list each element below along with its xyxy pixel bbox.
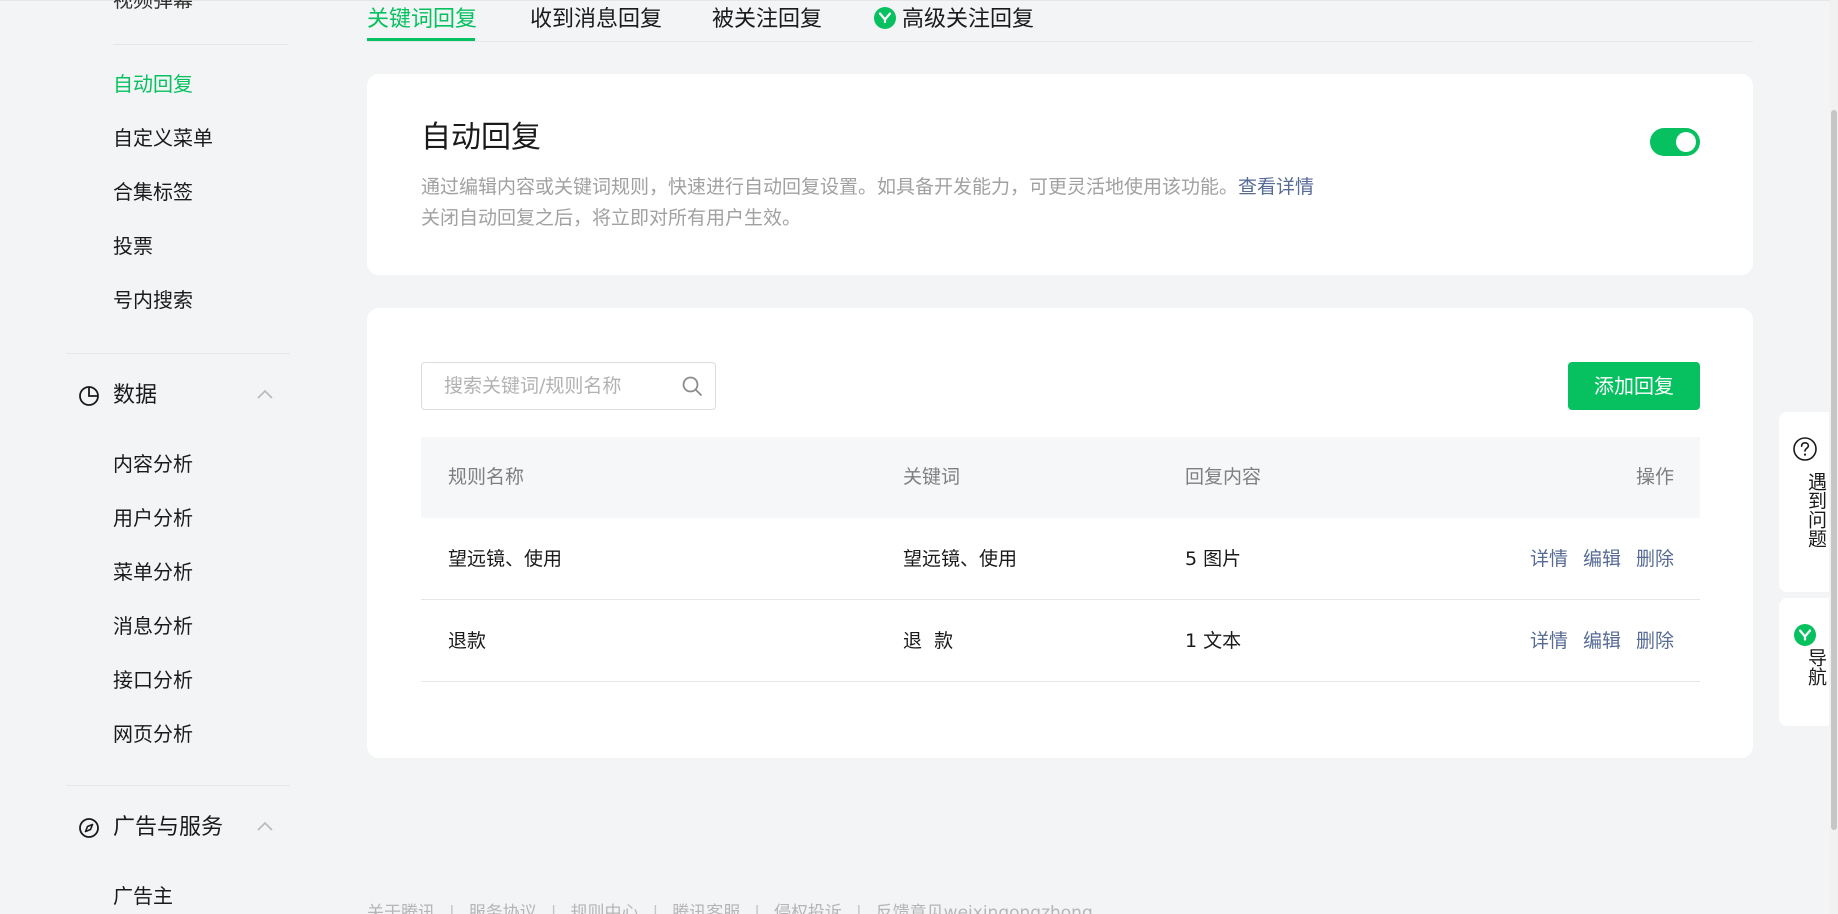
sidebar: 视频弹幕 自动回复 自定义菜单 合集标签 投票 号内搜索 数据 内容分析 用户分… xyxy=(0,0,300,914)
tab-advanced-follow-reply[interactable]: 高级关注回复 xyxy=(874,4,1034,36)
advanced-badge-icon xyxy=(874,7,896,29)
rule-name: 望远镜、使用 xyxy=(448,548,563,570)
sidebar-item-content-analysis[interactable]: 内容分析 xyxy=(113,450,193,478)
tab-label: 高级关注回复 xyxy=(902,7,1035,32)
scrollbar-thumb[interactable] xyxy=(1831,110,1837,830)
auto-reply-description: 通过编辑内容或关键词规则，快速进行自动回复设置。如具备开发能力，可更灵活地使用该… xyxy=(421,172,1521,234)
sidebar-divider xyxy=(66,353,290,354)
reply-tabs: 关键词回复 收到消息回复 被关注回复 高级关注回复 xyxy=(367,0,1753,42)
sidebar-item-web-analysis[interactable]: 网页分析 xyxy=(113,720,193,748)
search-icon[interactable] xyxy=(681,375,703,397)
tab-keyword-reply[interactable]: 关键词回复 xyxy=(367,4,477,36)
column-rule-name: 规则名称 xyxy=(448,466,525,488)
sidebar-section-label: 广告与服务 xyxy=(113,815,224,840)
view-details-link[interactable]: 查看详情 xyxy=(1238,176,1314,198)
page-title: 自动回复 xyxy=(421,120,541,155)
sidebar-section-data[interactable]: 数据 xyxy=(66,376,284,416)
table-row: 退款 退 款 1 文本 详情 编辑 删除 xyxy=(421,600,1700,682)
column-reply-content: 回复内容 xyxy=(1185,466,1262,488)
sidebar-item-user-analysis[interactable]: 用户分析 xyxy=(113,504,193,532)
desc-line2: 关闭自动回复之后，将立即对所有用户生效。 xyxy=(421,207,802,229)
sidebar-item-custom-menu[interactable]: 自定义菜单 xyxy=(113,124,213,152)
help-label: 遇到问题 xyxy=(1805,472,1827,548)
sidebar-item-advertiser[interactable]: 广告主 xyxy=(113,882,173,910)
question-icon xyxy=(1793,437,1817,461)
delete-link[interactable]: 删除 xyxy=(1636,630,1674,652)
sidebar-divider xyxy=(66,785,290,786)
rules-table: 规则名称 关键词 回复内容 操作 望远镜、使用 望远镜、使用 5 图片 详情 编辑… xyxy=(421,437,1700,682)
edit-link[interactable]: 编辑 xyxy=(1583,548,1621,570)
edit-link[interactable]: 编辑 xyxy=(1583,630,1621,652)
sidebar-item-auto-reply[interactable]: 自动回复 xyxy=(113,70,193,98)
sidebar-item-message-analysis[interactable]: 消息分析 xyxy=(113,612,193,640)
rule-reply-content: 5 图片 xyxy=(1185,548,1242,570)
sidebar-item-menu-analysis[interactable]: 菜单分析 xyxy=(113,558,193,586)
column-keyword: 关键词 xyxy=(903,466,961,488)
navigation-badge-icon xyxy=(1794,624,1816,646)
help-float-button[interactable]: 遇到问题 xyxy=(1779,412,1829,592)
rule-keyword: 退 款 xyxy=(903,630,954,652)
tab-follow-reply[interactable]: 被关注回复 xyxy=(712,4,822,36)
table-row: 望远镜、使用 望远镜、使用 5 图片 详情 编辑 删除 xyxy=(421,518,1700,600)
scrollbar[interactable] xyxy=(1830,0,1838,914)
desc-line1: 通过编辑内容或关键词规则，快速进行自动回复设置。如具备开发能力，可更灵活地使用该… xyxy=(421,176,1239,198)
rule-name: 退款 xyxy=(448,630,487,652)
sidebar-item-vote[interactable]: 投票 xyxy=(113,232,153,260)
footer-link-infringement[interactable]: 侵权投诉 xyxy=(774,903,842,914)
search-input[interactable] xyxy=(422,363,672,409)
details-link[interactable]: 详情 xyxy=(1530,630,1568,652)
column-actions: 操作 xyxy=(1635,466,1674,488)
auto-reply-toggle[interactable] xyxy=(1650,128,1700,156)
footer-link-support[interactable]: 腾讯客服 xyxy=(672,903,740,914)
active-tab-indicator xyxy=(367,38,475,41)
add-reply-button[interactable]: 添加回复 xyxy=(1568,362,1700,410)
sidebar-item-account-search[interactable]: 号内搜索 xyxy=(113,286,193,314)
chevron-up-icon[interactable] xyxy=(256,388,274,400)
search-box xyxy=(421,362,716,410)
nav-float-button[interactable]: 导航 xyxy=(1779,598,1829,726)
page: 视频弹幕 自动回复 自定义菜单 合集标签 投票 号内搜索 数据 内容分析 用户分… xyxy=(0,0,1838,914)
compass-icon xyxy=(79,818,99,838)
sidebar-section-label: 数据 xyxy=(113,383,158,408)
details-link[interactable]: 详情 xyxy=(1530,548,1568,570)
sidebar-item-collection-tags[interactable]: 合集标签 xyxy=(113,178,193,206)
rules-card: 添加回复 规则名称 关键词 回复内容 操作 望远镜、使用 望远镜、使用 5 图片… xyxy=(367,308,1753,758)
row-actions: 详情 编辑 删除 xyxy=(1515,518,1674,600)
sidebar-item-api-analysis[interactable]: 接口分析 xyxy=(113,666,193,694)
footer-link-rules[interactable]: 规则中心 xyxy=(570,903,638,914)
sidebar-section-ads[interactable]: 广告与服务 xyxy=(66,808,284,848)
footer-separator: | xyxy=(855,903,862,914)
footer-separator: | xyxy=(550,903,557,914)
chevron-up-icon[interactable] xyxy=(256,820,274,832)
row-actions: 详情 编辑 删除 xyxy=(1515,600,1674,682)
nav-label: 导航 xyxy=(1805,648,1827,686)
rule-keyword: 望远镜、使用 xyxy=(903,548,1018,570)
pie-chart-icon xyxy=(79,386,99,406)
footer-separator: | xyxy=(652,903,659,914)
sidebar-divider xyxy=(113,44,288,45)
footer-links: 关于腾讯 | 服务协议 | 规则中心 | 腾讯客服 | 侵权投诉 | 反馈意见weixingongz… xyxy=(367,898,1093,914)
rule-reply-content: 1 文本 xyxy=(1185,630,1242,652)
delete-link[interactable]: 删除 xyxy=(1636,548,1674,570)
footer-link-agreement[interactable]: 服务协议 xyxy=(469,903,537,914)
footer-link-feedback[interactable]: 反馈意见weixingongzhong xyxy=(876,903,1093,914)
table-header: 规则名称 关键词 回复内容 操作 xyxy=(421,437,1700,518)
tab-message-reply[interactable]: 收到消息回复 xyxy=(530,4,662,36)
sidebar-item-video-danmaku[interactable]: 视频弹幕 xyxy=(113,0,193,14)
footer-separator: | xyxy=(449,903,455,914)
footer-separator: | xyxy=(754,903,760,914)
auto-reply-card: 自动回复 通过编辑内容或关键词规则，快速进行自动回复设置。如具备开发能力，可更灵… xyxy=(367,74,1753,275)
footer-link-about[interactable]: 关于腾讯 xyxy=(367,903,435,914)
toggle-knob xyxy=(1676,132,1696,152)
